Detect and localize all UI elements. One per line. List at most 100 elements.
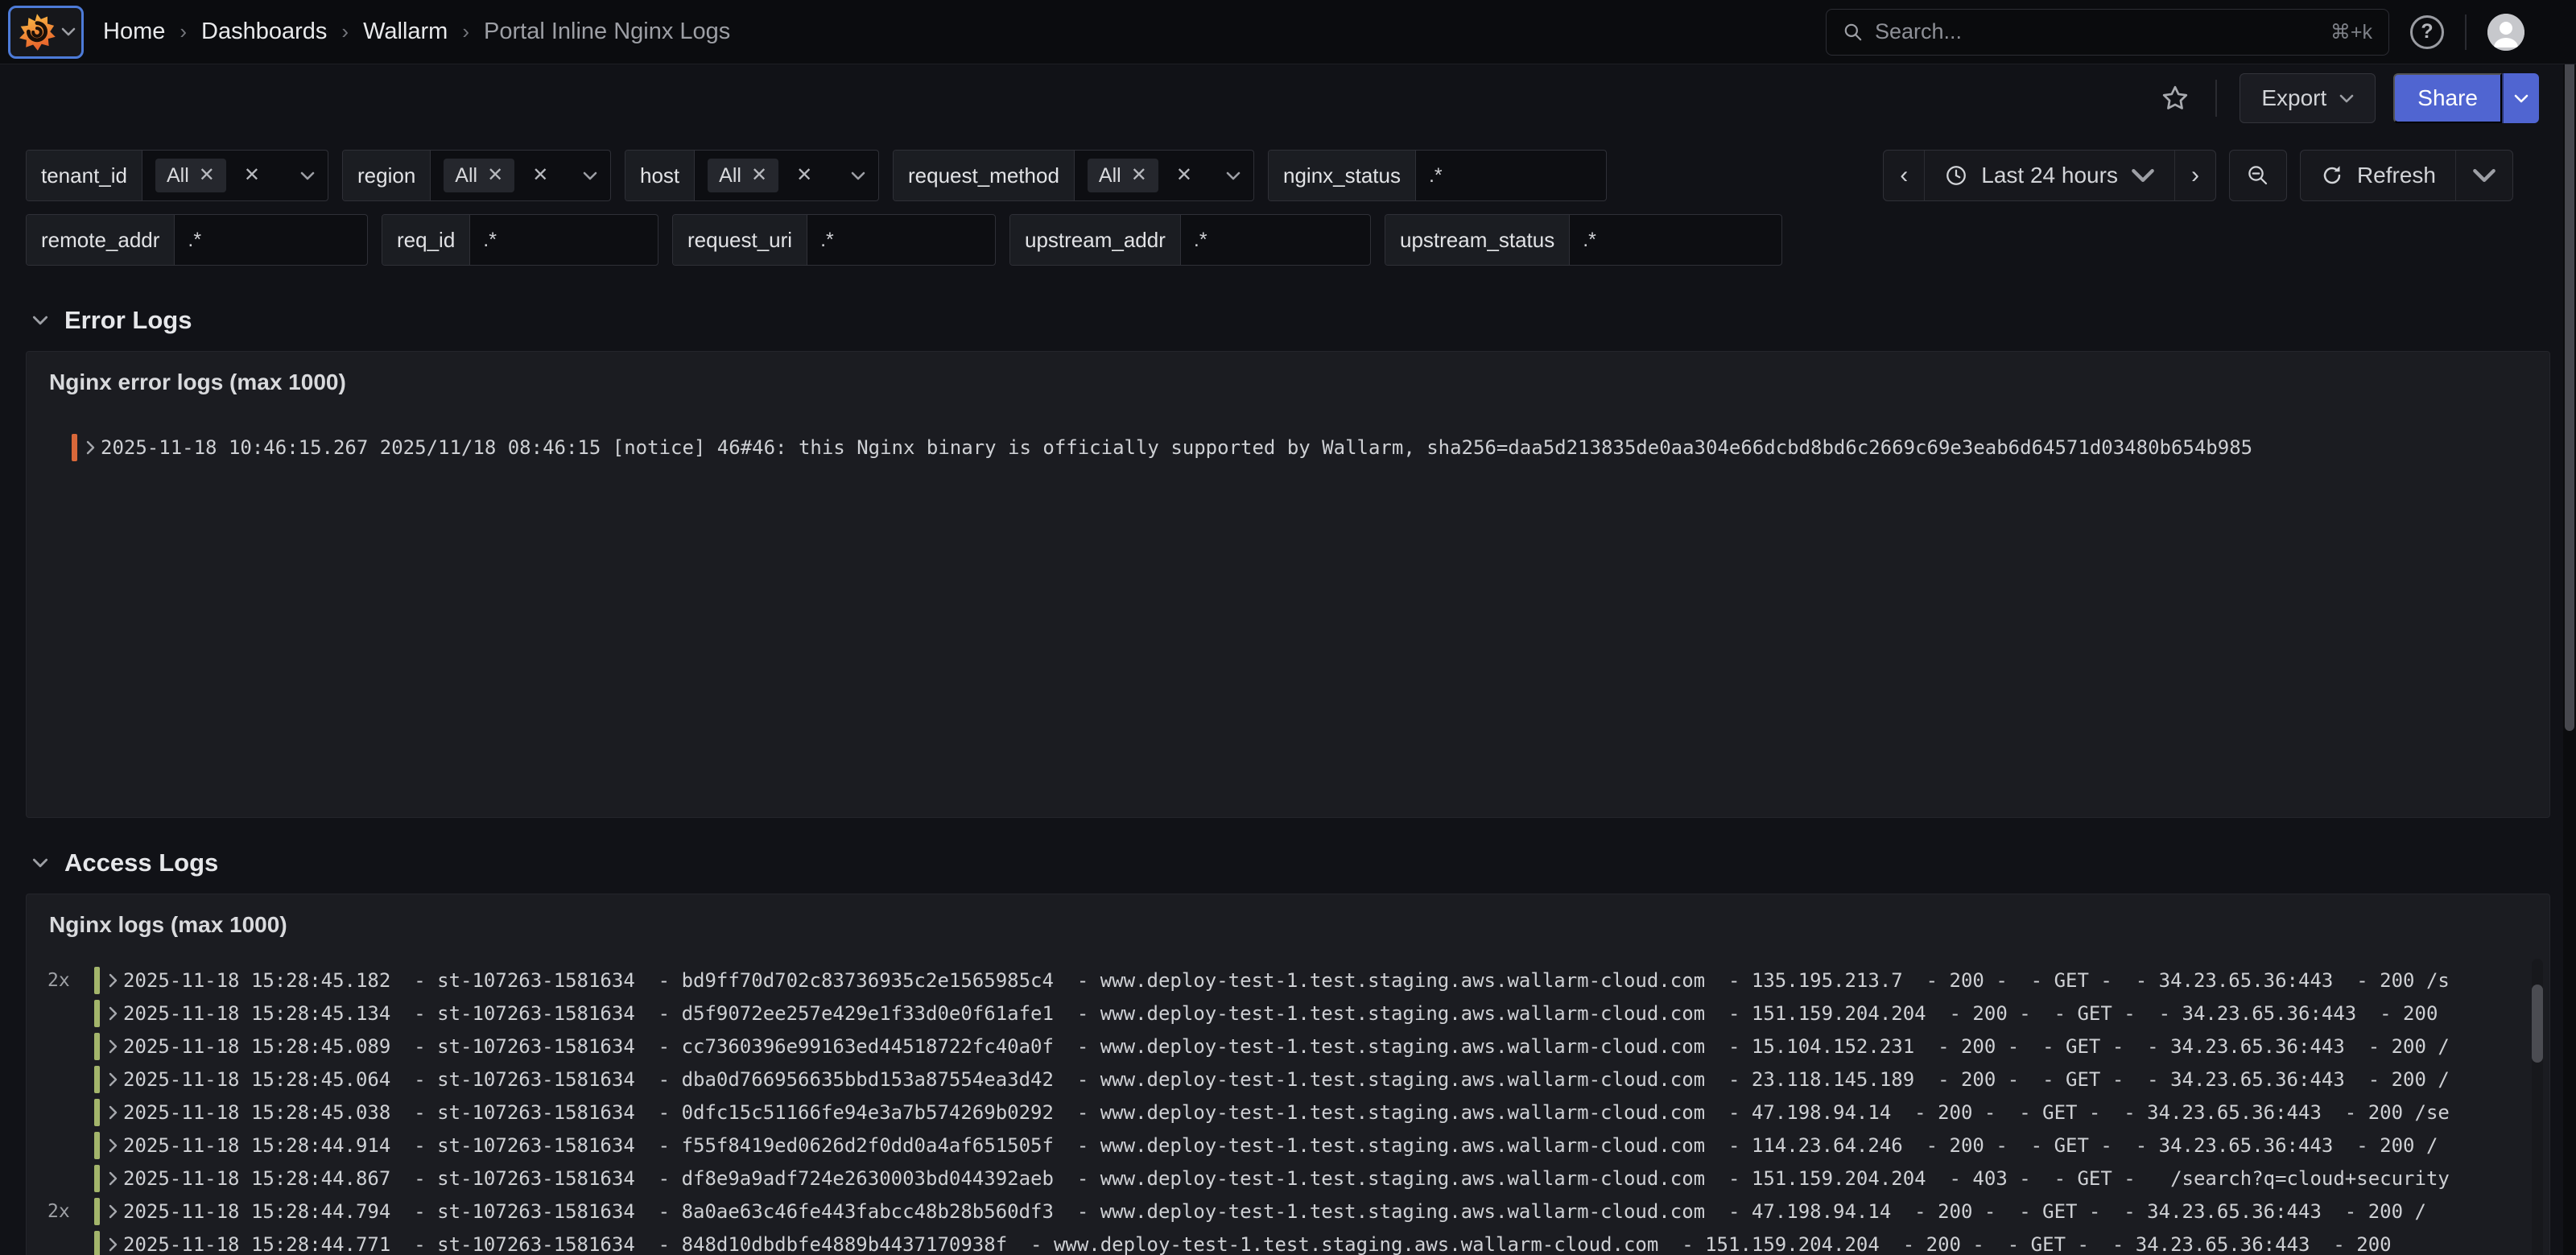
- remove-value-icon[interactable]: ✕: [487, 166, 503, 185]
- duplicate-count: 2x: [47, 970, 94, 991]
- expand-log-icon[interactable]: [108, 972, 118, 989]
- duplicate-count: 2x: [47, 1201, 94, 1222]
- search-shortcut: ⌘+k: [2330, 20, 2372, 44]
- nav-divider: [2465, 14, 2467, 50]
- expand-log-icon[interactable]: [108, 1236, 118, 1253]
- chevron-down-icon[interactable]: [1226, 171, 1241, 180]
- chevron-down-icon: [2339, 94, 2354, 103]
- refresh-label: Refresh: [2357, 163, 2436, 188]
- expand-log-icon[interactable]: [85, 440, 96, 456]
- breadcrumb-dashboards[interactable]: Dashboards: [201, 19, 327, 45]
- selected-value-chip[interactable]: All ✕: [155, 159, 226, 192]
- chip-label: All: [1099, 164, 1121, 188]
- expand-log-icon[interactable]: [108, 1038, 118, 1055]
- filter-value-dropdown[interactable]: All ✕ ✕: [1075, 151, 1253, 200]
- selected-value-chip[interactable]: All ✕: [708, 159, 778, 192]
- chip-label: All: [455, 164, 477, 188]
- log-row[interactable]: 2025-11-18 15:28:44.771 - st-107263-1581…: [27, 1228, 2549, 1255]
- log-row[interactable]: 2025-11-18 15:28:45.038 - st-107263-1581…: [27, 1096, 2549, 1129]
- clear-all-icon[interactable]: ✕: [532, 166, 548, 185]
- clock-icon: [1944, 163, 1968, 188]
- log-row[interactable]: 2x 2025-11-18 15:28:45.182 - st-107263-1…: [27, 964, 2549, 997]
- time-shift-back-button[interactable]: ‹: [1884, 151, 1925, 200]
- help-icon[interactable]: ?: [2410, 15, 2444, 49]
- breadcrumb-wallarm[interactable]: Wallarm: [363, 19, 448, 45]
- breadcrumb-current-page: Portal Inline Nginx Logs: [484, 19, 730, 45]
- clear-all-icon[interactable]: ✕: [244, 166, 260, 185]
- filter-value-dropdown[interactable]: All ✕ ✕: [431, 151, 610, 200]
- panel-scrollbar[interactable]: [2532, 959, 2543, 1255]
- log-level-bar: [94, 1066, 100, 1093]
- filter-text-input[interactable]: .*: [807, 215, 995, 265]
- filter-input-value: .*: [188, 229, 201, 252]
- expand-log-icon[interactable]: [108, 1005, 118, 1022]
- breadcrumb-home[interactable]: Home: [103, 19, 165, 45]
- section-error-logs-header[interactable]: Error Logs: [32, 306, 2576, 335]
- expand-log-icon[interactable]: [108, 1170, 118, 1187]
- log-row[interactable]: 2025-11-18 15:28:45.064 - st-107263-1581…: [27, 1063, 2549, 1096]
- share-button[interactable]: Share: [2393, 73, 2502, 123]
- refresh-interval-button[interactable]: [2456, 151, 2512, 200]
- star-icon: [2161, 84, 2190, 113]
- remove-value-icon[interactable]: ✕: [751, 166, 767, 185]
- expand-log-icon[interactable]: [108, 1071, 118, 1088]
- filter-text-input[interactable]: .*: [1181, 215, 1370, 265]
- selected-value-chip[interactable]: All ✕: [1088, 159, 1158, 192]
- page-scrollbar[interactable]: [2563, 0, 2576, 1255]
- filter-value-dropdown[interactable]: All ✕ ✕: [695, 151, 878, 200]
- filter-text-input[interactable]: .*: [470, 215, 658, 265]
- filter-request-method: request_method All ✕ ✕: [893, 150, 1254, 201]
- log-row[interactable]: 2025-11-18 15:28:44.867 - st-107263-1581…: [27, 1162, 2549, 1195]
- expand-log-icon[interactable]: [108, 1137, 118, 1154]
- expand-log-icon[interactable]: [108, 1104, 118, 1121]
- selected-value-chip[interactable]: All ✕: [444, 159, 514, 192]
- favorite-star-button[interactable]: [2157, 81, 2193, 116]
- dashboard-variables: tenant_id All ✕ ✕ region All: [0, 132, 2576, 266]
- grafana-logo-menu[interactable]: [8, 6, 84, 59]
- panel-title[interactable]: Nginx logs (max 1000): [27, 894, 2549, 938]
- filter-request-uri: request_uri .*: [672, 214, 996, 266]
- filter-req-id: req_id .*: [382, 214, 658, 266]
- filter-input-value: .*: [483, 229, 497, 252]
- export-button[interactable]: Export: [2240, 73, 2376, 123]
- log-line-text: 2025-11-18 10:46:15.267 2025/11/18 08:46…: [101, 436, 2549, 459]
- filter-text-input[interactable]: .*: [175, 215, 367, 265]
- breadcrumb-separator-icon: ›: [462, 19, 469, 44]
- panel-nginx-error-logs: Nginx error logs (max 1000) 2025-11-18 1…: [26, 351, 2550, 818]
- clear-all-icon[interactable]: ✕: [796, 166, 812, 185]
- chevron-down-icon[interactable]: [583, 171, 597, 180]
- log-row[interactable]: 2025-11-18 10:46:15.267 2025/11/18 08:46…: [27, 431, 2549, 464]
- filter-text-input[interactable]: .*: [1570, 215, 1781, 265]
- log-row[interactable]: 2025-11-18 15:28:45.089 - st-107263-1581…: [27, 1030, 2549, 1063]
- log-level-bar: [94, 967, 100, 994]
- section-access-logs-header[interactable]: Access Logs: [32, 848, 2576, 877]
- breadcrumb-separator-icon: ›: [180, 19, 187, 44]
- refresh-button[interactable]: Refresh: [2301, 151, 2456, 200]
- chevron-down-icon[interactable]: [300, 171, 315, 180]
- filter-value-dropdown[interactable]: All ✕ ✕: [142, 151, 328, 200]
- log-level-bar: [94, 1099, 100, 1126]
- log-row[interactable]: 2x 2025-11-18 15:28:44.794 - st-107263-1…: [27, 1195, 2549, 1228]
- share-options-button[interactable]: [2502, 73, 2539, 123]
- panel-scrollbar-thumb[interactable]: [2532, 985, 2543, 1063]
- filter-host: host All ✕ ✕: [625, 150, 879, 201]
- filter-text-input[interactable]: .*: [1416, 151, 1606, 200]
- export-label: Export: [2261, 85, 2326, 111]
- clear-all-icon[interactable]: ✕: [1176, 166, 1192, 185]
- remove-value-icon[interactable]: ✕: [1131, 166, 1147, 185]
- search-input[interactable]: Search... ⌘+k: [1826, 9, 2389, 56]
- page-scrollbar-thumb[interactable]: [2565, 23, 2574, 731]
- panel-title[interactable]: Nginx error logs (max 1000): [27, 352, 2549, 395]
- log-row[interactable]: 2025-11-18 15:28:45.134 - st-107263-1581…: [27, 997, 2549, 1030]
- avatar[interactable]: [2487, 14, 2524, 51]
- time-shift-forward-button[interactable]: ›: [2175, 151, 2215, 200]
- grafana-logo-icon: [16, 11, 58, 53]
- log-row[interactable]: 2025-11-18 15:28:44.914 - st-107263-1581…: [27, 1129, 2549, 1162]
- chevron-down-icon[interactable]: [851, 171, 865, 180]
- zoom-out-time-button[interactable]: [2230, 151, 2286, 200]
- expand-log-icon[interactable]: [108, 1203, 118, 1220]
- time-range-picker[interactable]: Last 24 hours: [1925, 151, 2175, 200]
- filter-label: request_uri: [673, 215, 807, 265]
- remove-value-icon[interactable]: ✕: [199, 166, 215, 185]
- breadcrumb: Home › Dashboards › Wallarm › Portal Inl…: [103, 19, 730, 45]
